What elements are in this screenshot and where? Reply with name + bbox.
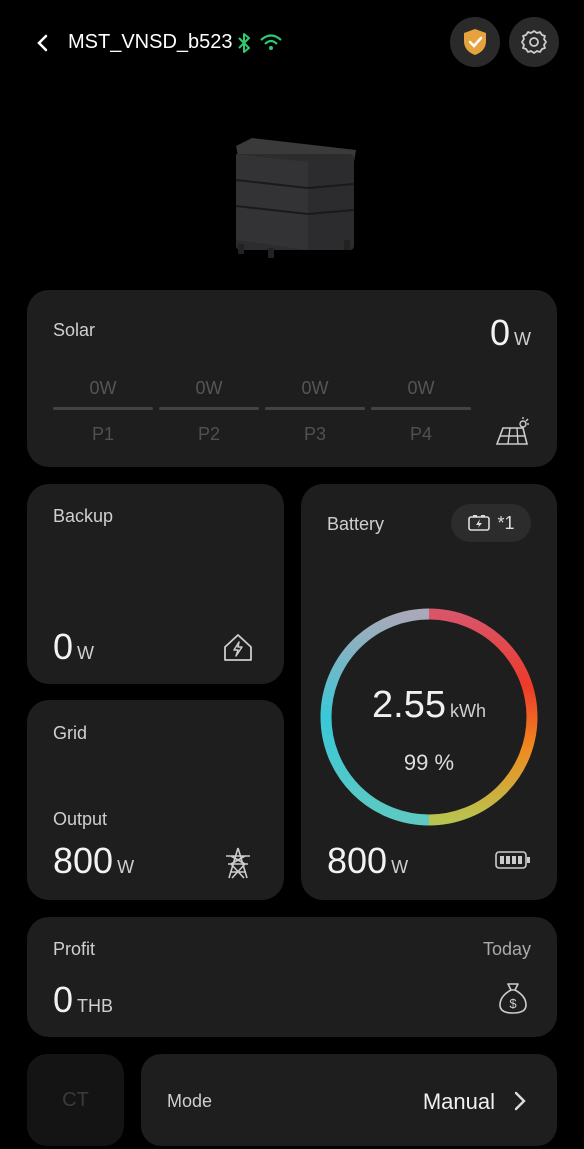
battery-pack-badge[interactable]: *1 (451, 504, 531, 542)
panel-p2: 0W P2 (159, 378, 259, 445)
panel-p3: 0W P3 (265, 378, 365, 445)
ct-label: CT (62, 1088, 89, 1111)
solar-unit: W (514, 329, 531, 349)
bluetooth-icon (236, 31, 252, 60)
power-tower-icon (226, 847, 250, 879)
profit-title: Profit (53, 939, 96, 959)
solar-value: 0 (489, 312, 510, 353)
device-name: MST_VNSD_b523 (68, 31, 233, 53)
grid-card[interactable]: Grid Output 800 W (27, 700, 284, 900)
battery-energy: 2.55 (372, 684, 446, 726)
profit-unit: THB (77, 996, 114, 1016)
battery-power: 800 (327, 840, 388, 881)
svg-text:$: $ (509, 996, 517, 1011)
panel-bar (265, 407, 365, 410)
security-button[interactable] (450, 17, 500, 67)
gear-icon (521, 30, 547, 54)
profit-card[interactable]: Profit Today 0 THB $ (27, 917, 557, 1037)
mode-row[interactable]: Mode Manual (141, 1054, 557, 1146)
profit-value: 0 (53, 979, 74, 1020)
battery-power-unit: W (391, 857, 409, 877)
battery-level-icon (495, 851, 530, 869)
panel-label: P1 (91, 424, 115, 444)
panel-label: P4 (409, 424, 433, 444)
chevron-right-icon (514, 1091, 526, 1111)
shield-icon (464, 29, 486, 55)
device-image (228, 132, 358, 265)
backup-card[interactable]: Backup 0W (27, 484, 284, 684)
mode-label: Mode (167, 1091, 213, 1111)
panel-p1: 0W P1 (53, 378, 153, 445)
ct-button[interactable]: CT (27, 1054, 124, 1146)
home-power-icon (224, 634, 252, 661)
panel-label: P2 (197, 424, 221, 444)
settings-button[interactable] (509, 17, 559, 67)
grid-value: 800 (53, 840, 114, 881)
profit-period: Today (482, 939, 531, 959)
panel-bar (53, 407, 153, 410)
grid-sublabel: Output (53, 809, 108, 829)
backup-unit: W (77, 643, 95, 663)
panel-value: 0W (195, 378, 223, 398)
solar-title: Solar (53, 320, 96, 340)
wifi-icon (259, 32, 283, 57)
battery-percent: 99 % (403, 750, 455, 775)
backup-value: 0 (53, 626, 74, 667)
grid-unit: W (117, 857, 135, 877)
backup-title: Backup (53, 506, 114, 526)
panel-p4: 0W P4 (371, 378, 471, 445)
panel-value: 0W (301, 378, 329, 398)
panel-label: P3 (303, 424, 327, 444)
panel-bar (371, 407, 471, 410)
mode-value: Manual (422, 1089, 495, 1114)
grid-title: Grid (53, 723, 88, 743)
battery-energy-unit: kWh (449, 701, 486, 721)
back-button[interactable] (30, 28, 58, 58)
money-bag-icon: $ (499, 983, 527, 1014)
battery-pack-count: *1 (497, 512, 515, 533)
chevron-left-icon (37, 34, 48, 52)
panel-value: 0W (89, 378, 117, 398)
battery-title: Battery (327, 514, 385, 534)
panel-bar (159, 407, 259, 410)
solar-panel-icon (495, 417, 529, 445)
battery-pack-icon (468, 515, 491, 531)
battery-card[interactable]: Battery *1 2.55 kWh 99 % 800 W (301, 484, 557, 900)
panel-value: 0W (407, 378, 435, 398)
